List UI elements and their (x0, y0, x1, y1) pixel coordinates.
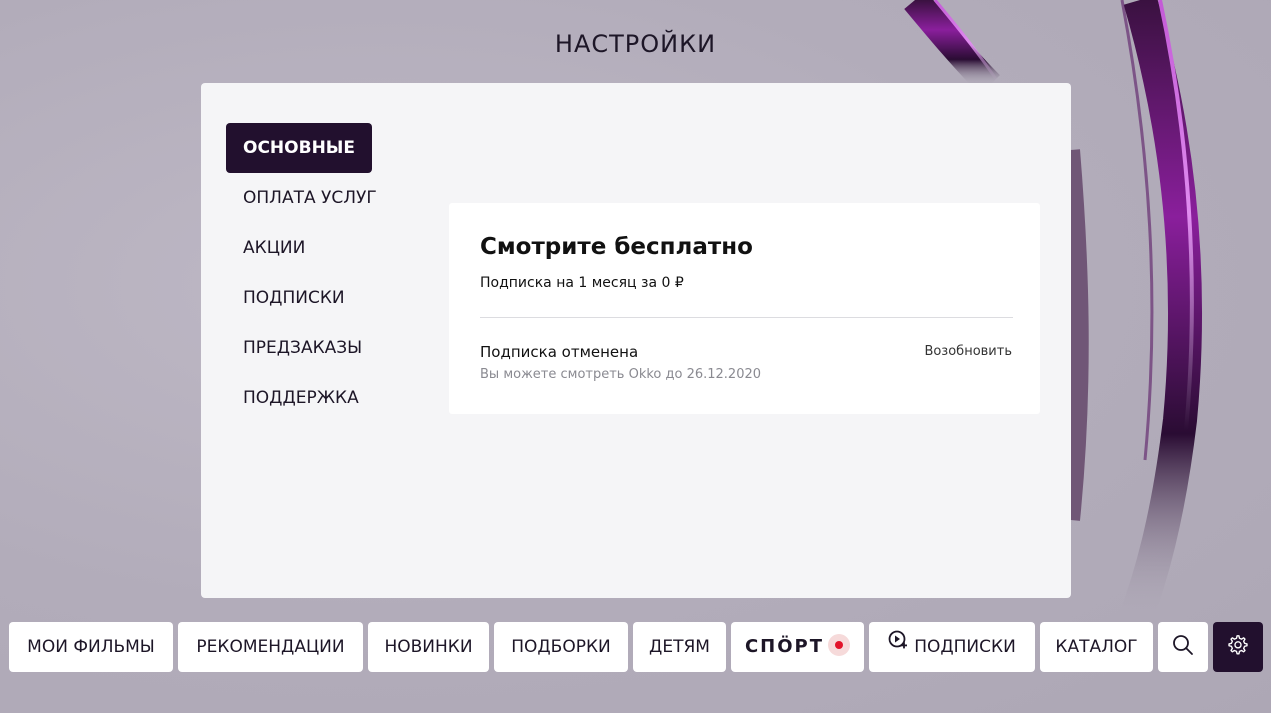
settings-menu-item-subscriptions[interactable]: ПОДПИСКИ (226, 273, 362, 323)
nav-catalog-label: КАТАЛОГ (1055, 637, 1138, 657)
settings-menu-item-promotions[interactable]: АКЦИИ (226, 223, 322, 273)
nav-collections[interactable]: ПОДБОРКИ (494, 622, 628, 672)
settings-menu-item-preorders[interactable]: ПРЕДЗАКАЗЫ (226, 323, 379, 373)
settings-menu-item-general[interactable]: ОСНОВНЫЕ (226, 123, 373, 173)
live-indicator-icon (828, 634, 851, 656)
settings-menu-item-payment[interactable]: ОПЛАТА УСЛУГ (226, 173, 394, 223)
settings-panel: ОСНОВНЫЕ ОПЛАТА УСЛУГ АКЦИИ ПОДПИСКИ ПРЕ… (201, 83, 1071, 598)
gear-icon (1227, 626, 1249, 676)
nav-recommendations-label: РЕКОМЕНДАЦИИ (196, 637, 345, 657)
nav-kids[interactable]: ДЕТЯМ (633, 622, 726, 672)
nav-my-films-label: МОИ ФИЛЬМЫ (27, 637, 155, 657)
nav-sport[interactable]: СПÖРТ (731, 622, 864, 672)
nav-subscriptions-label: ПОДПИСКИ (914, 637, 1016, 657)
search-button[interactable] (1158, 622, 1208, 672)
sport-logo-text: СПÖРТ (744, 636, 825, 657)
subscription-card-subtitle: Подписка на 1 месяц за 0 ₽ (480, 275, 684, 291)
settings-menu-item-support[interactable]: ПОДДЕРЖКА (226, 373, 376, 423)
nav-new-label: НОВИНКИ (384, 637, 473, 657)
nav-subscriptions[interactable]: ПОДПИСКИ (869, 622, 1035, 672)
nav-my-films[interactable]: МОИ ФИЛЬМЫ (9, 622, 173, 672)
nav-recommendations[interactable]: РЕКОМЕНДАЦИИ (178, 622, 363, 672)
nav-kids-label: ДЕТЯМ (649, 637, 710, 657)
nav-collections-label: ПОДБОРКИ (511, 637, 611, 657)
renew-button[interactable]: Возобновить (924, 344, 1012, 359)
play-plus-icon (888, 620, 908, 670)
nav-catalog[interactable]: КАТАЛОГ (1040, 622, 1153, 672)
page-title: НАСТРОЙКИ (554, 30, 717, 58)
nav-new[interactable]: НОВИНКИ (368, 622, 489, 672)
subscription-status: Подписка отменена (480, 343, 639, 361)
subscription-card: Смотрите бесплатно Подписка на 1 месяц з… (449, 203, 1040, 414)
subscription-status-note: Вы можете смотреть Okko до 26.12.2020 (480, 367, 762, 382)
search-icon (1172, 626, 1194, 676)
subscription-card-title: Смотрите бесплатно (480, 234, 753, 260)
settings-button[interactable] (1213, 622, 1263, 672)
card-divider (480, 317, 1013, 318)
